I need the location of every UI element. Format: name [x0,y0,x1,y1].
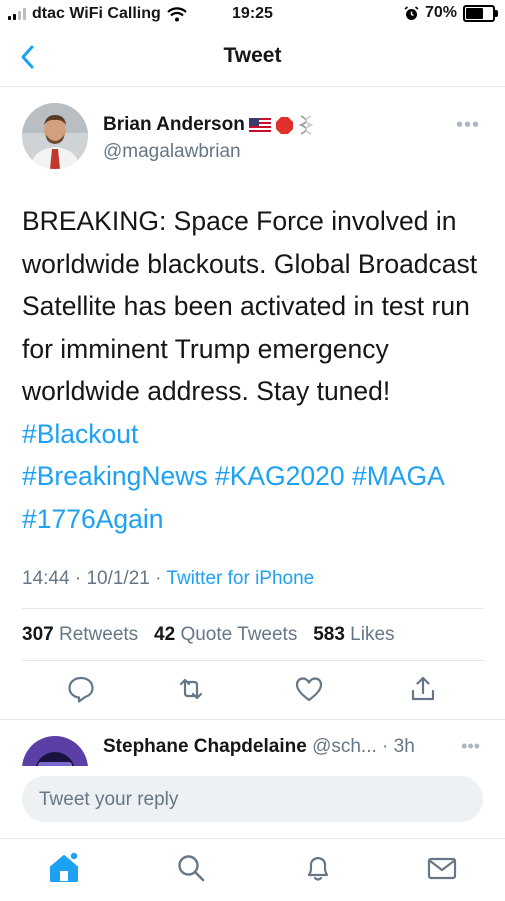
retweets-stat[interactable]: 307 Retweets [22,624,138,645]
tweet-meta: 14:44 · 10/1/21 · Twitter for iPhone [22,568,314,590]
reply-placeholder: Tweet your reply [39,789,179,810]
hashtag[interactable]: #Blackout [22,419,138,449]
comment-icon[interactable] [66,674,96,704]
meta-separator: · [155,568,162,589]
tweet-stats: 307 Retweets 42 Quote Tweets 583 Likes [22,624,395,646]
reply-author-handle[interactable]: @sch... [312,736,377,757]
page-title: Tweet [223,44,282,67]
heart-icon[interactable] [294,674,324,704]
reply-input[interactable]: Tweet your reply [22,776,483,822]
reply-more-options-icon[interactable]: ••• [461,736,480,757]
author-name[interactable]: Brian Anderson [103,114,245,136]
author-handle[interactable]: @magalawbrian [103,141,241,163]
tab-bar [0,838,505,901]
search-icon[interactable] [174,851,208,885]
meta-divider [22,608,483,609]
battery-icon [463,4,498,22]
us-flag-icon [248,118,271,132]
retweets-count: 307 [22,624,54,645]
more-options-icon[interactable]: ••• [456,114,480,137]
home-icon[interactable] [47,851,81,885]
stop-sign-icon [275,116,293,134]
tweet-source-link[interactable]: Twitter for iPhone [166,568,314,589]
likes-stat[interactable]: 583 Likes [313,624,394,645]
hashtag[interactable]: #KAG2020 [215,461,345,491]
retweet-icon[interactable] [176,674,206,704]
hashtag[interactable]: #1776Again [22,504,163,534]
reply-age: · 3h [382,736,415,757]
stats-divider [22,660,483,661]
mail-icon[interactable] [425,851,459,885]
meta-separator: · [74,568,82,589]
tweet-date: 10/1/21 [86,568,150,589]
reply-author-name[interactable]: Stephane Chapdelaine [103,736,307,757]
quotes-label: Quote Tweets [180,624,298,645]
reply-avatar[interactable] [22,736,88,766]
alarm-icon [404,5,419,20]
tweet-text: BREAKING: Space Force involved in worldw… [22,200,492,540]
battery-group: 70% [404,4,498,22]
nav-divider [0,86,505,87]
dna-icon [298,115,314,135]
quotes-count: 42 [154,624,176,645]
avatar[interactable] [22,103,88,169]
tweet-body: BREAKING: Space Force involved in worldw… [22,206,478,406]
battery-percent: 70% [424,4,457,21]
tweet-time: 14:44 [22,568,70,589]
tweet-actions [0,674,505,714]
share-icon[interactable] [408,674,438,704]
likes-count: 583 [313,624,345,645]
author-name-row[interactable]: Brian Anderson [103,114,314,136]
reply-header[interactable]: Stephane Chapdelaine @sch... · 3h [103,736,415,758]
hashtag[interactable]: #BreakingNews [22,461,208,491]
actions-divider [0,719,505,720]
status-bar: dtac WiFi Calling 19:25 70% [0,0,505,30]
likes-label: Likes [350,624,395,645]
bell-icon[interactable] [301,851,335,885]
nav-bar: Tweet [0,36,505,80]
quotes-stat[interactable]: 42 Quote Tweets [154,624,297,645]
retweets-label: Retweets [58,624,139,645]
hashtag[interactable]: #MAGA [352,461,445,491]
